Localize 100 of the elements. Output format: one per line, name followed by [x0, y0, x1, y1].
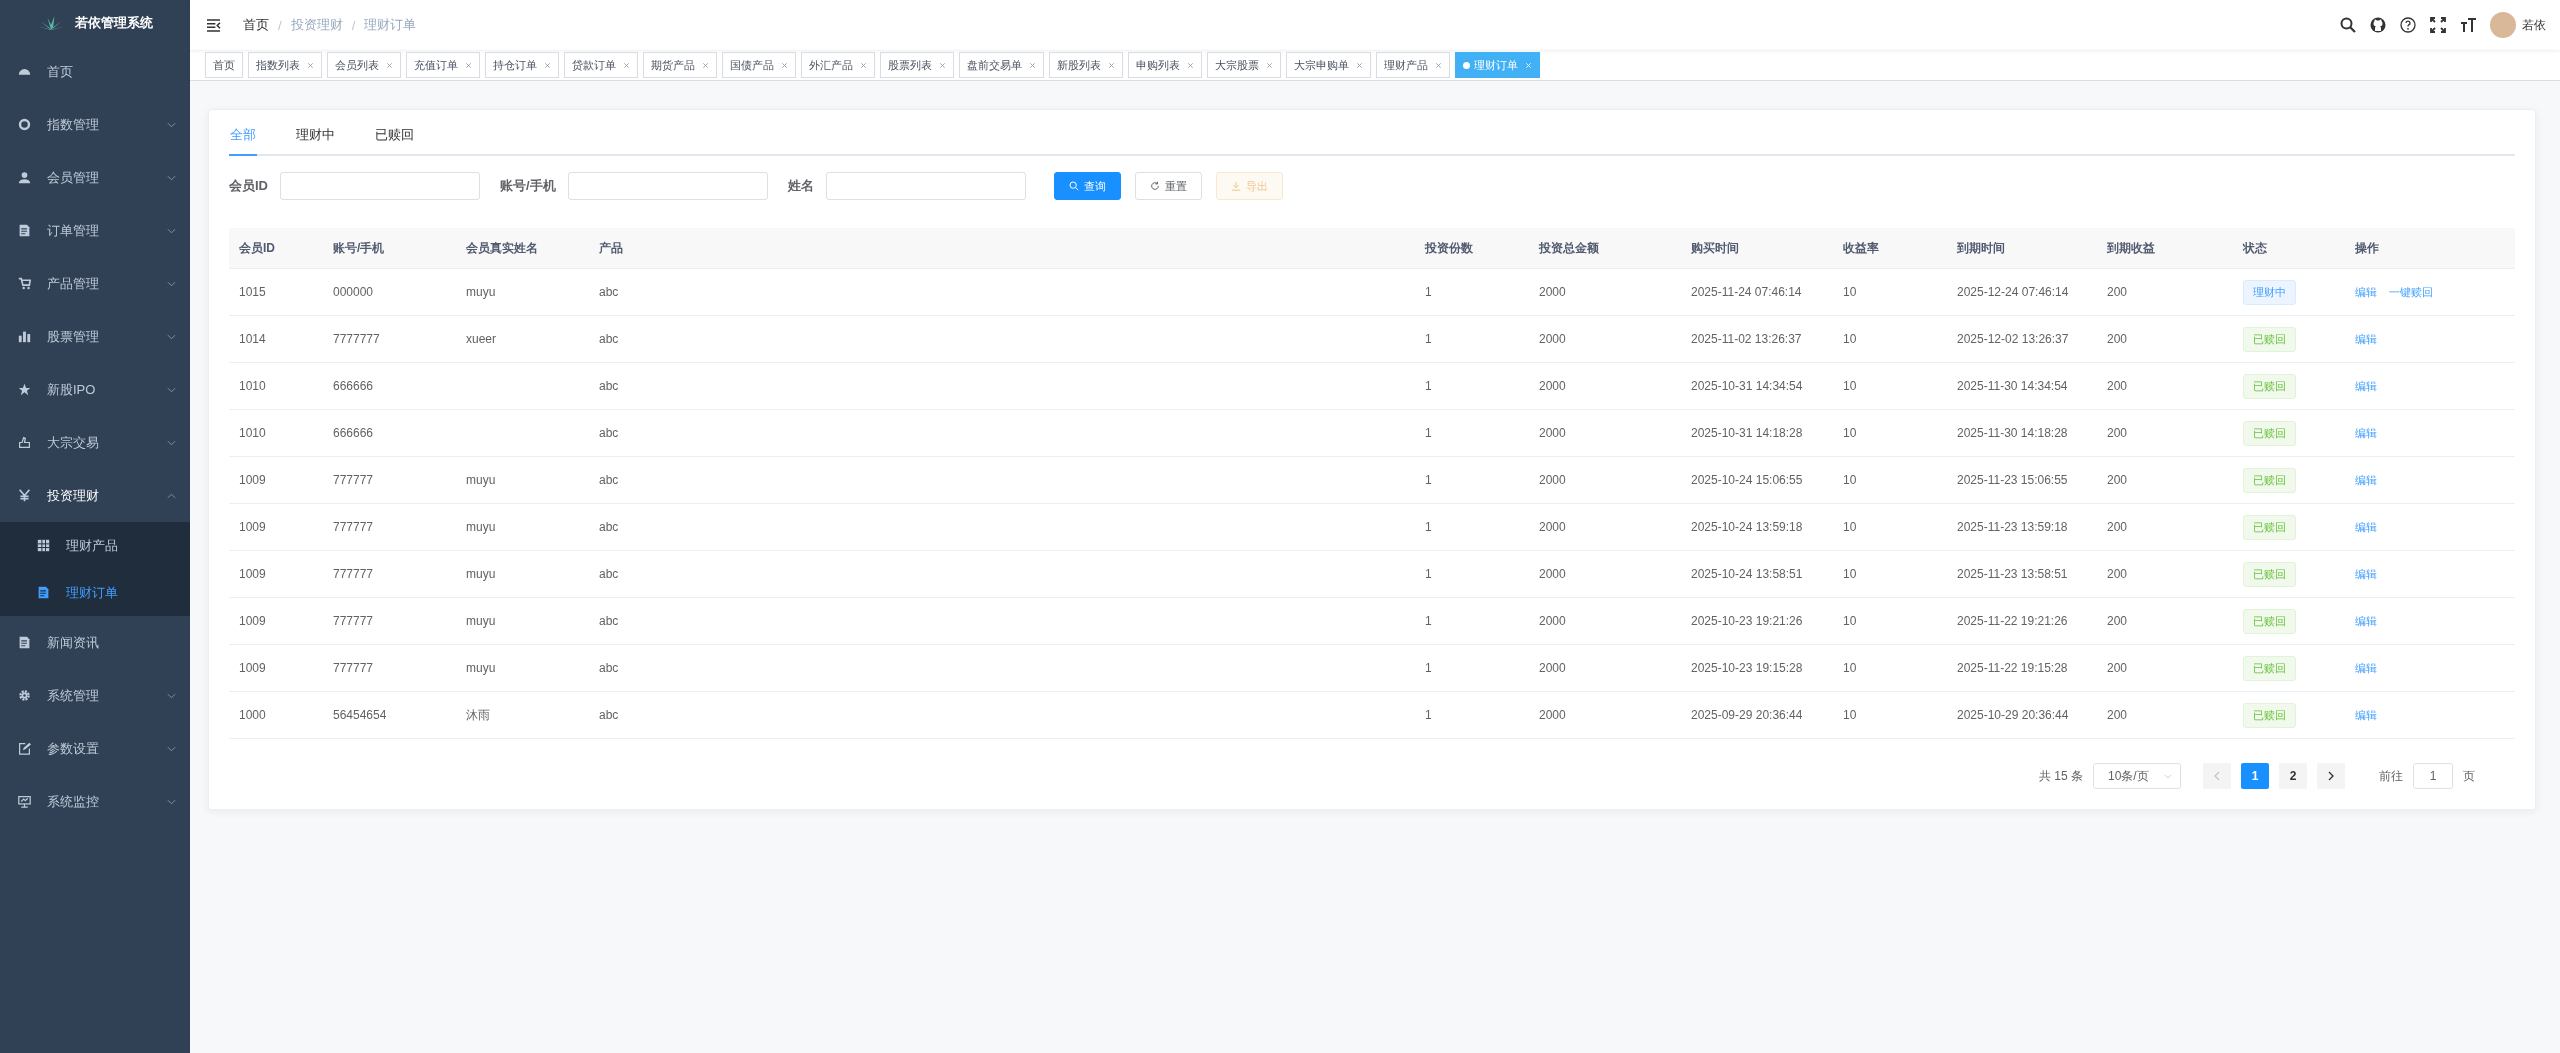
page-tag[interactable]: 持仓订单 — [485, 52, 559, 78]
page-tag[interactable]: 贷款订单 — [564, 52, 638, 78]
sidebar-item[interactable]: 大宗交易 — [0, 416, 190, 469]
page-input[interactable]: 1 — [2413, 763, 2453, 789]
reset-button[interactable]: 重置 — [1134, 172, 1202, 200]
table-cell: 2025-10-23 19:15:28 — [1691, 661, 1803, 675]
sidebar-item[interactable]: 新股IPO — [0, 363, 190, 416]
page-tag[interactable]: 新股列表 — [1049, 52, 1123, 78]
close-icon[interactable] — [623, 61, 630, 69]
table-cell: 1 — [1425, 332, 1432, 346]
chevron-icon — [167, 386, 176, 393]
sidebar-subitem[interactable]: 理财订单 — [0, 569, 190, 616]
refresh-icon — [1149, 181, 1160, 191]
next-page-button[interactable] — [2317, 763, 2345, 789]
sidebar-item[interactable]: 投资理财 — [0, 469, 190, 522]
sidebar-item[interactable]: 指数管理 — [0, 98, 190, 151]
sidebar-item[interactable]: 参数设置 — [0, 722, 190, 775]
table-cell: muyu — [466, 614, 496, 628]
input-field[interactable] — [825, 172, 1026, 200]
breadcrumb-separator: / — [278, 17, 282, 33]
table-cell: 777777 — [333, 614, 374, 628]
sidebar-item[interactable]: 产品管理 — [0, 257, 190, 310]
table-cell: 1014 — [239, 332, 266, 346]
sidebar-item[interactable]: 订单管理 — [0, 204, 190, 257]
page-tag[interactable]: 盘前交易单 — [959, 52, 1044, 78]
close-icon[interactable] — [386, 61, 393, 69]
close-icon[interactable] — [465, 61, 472, 69]
sidebar-subitem[interactable]: 理财产品 — [0, 522, 190, 569]
input-field[interactable] — [567, 172, 768, 200]
table-cell: 1 — [1425, 520, 1432, 534]
close-icon[interactable] — [1187, 61, 1194, 69]
table-cell: 1 — [1425, 285, 1432, 299]
fullscreen-icon[interactable] — [2430, 17, 2446, 33]
ring-icon — [18, 118, 31, 131]
filter-tab[interactable]: 理财中 — [295, 116, 336, 154]
table-cell: 10 — [1843, 285, 1857, 299]
user-name[interactable]: 若依 — [2522, 16, 2546, 34]
yen-icon — [18, 489, 31, 502]
help-icon[interactable] — [2400, 17, 2416, 33]
page-tag[interactable]: 指数列表 — [248, 52, 322, 78]
table-cell: 1 — [1425, 473, 1432, 487]
status-tag: 已赎回 — [2243, 561, 2296, 587]
breadcrumb-item: 投资理财 — [290, 16, 343, 34]
close-icon[interactable] — [1029, 61, 1036, 69]
app-title: 若依管理系统 — [75, 13, 153, 32]
page-tag[interactable]: 国债产品 — [722, 52, 796, 78]
page-number[interactable]: 2 — [2279, 763, 2307, 789]
close-icon[interactable] — [1435, 61, 1442, 69]
close-icon[interactable] — [860, 61, 867, 69]
table-cell: 10 — [1843, 661, 1857, 675]
table-cell: 200 — [2107, 708, 2128, 722]
status-tag: 已赎回 — [2243, 326, 2296, 352]
page-tag[interactable]: 会员列表 — [327, 52, 401, 78]
close-icon[interactable] — [1266, 61, 1273, 69]
sidebar-item[interactable]: 系统监控 — [0, 775, 190, 828]
close-icon[interactable] — [544, 61, 551, 69]
page-tag[interactable]: 大宗股票 — [1207, 52, 1281, 78]
close-icon[interactable] — [939, 61, 946, 69]
table-cell: 1009 — [239, 473, 266, 487]
filter-tab[interactable]: 已赎回 — [374, 116, 415, 154]
sidebar-item[interactable]: 会员管理 — [0, 151, 190, 204]
document-icon — [18, 224, 31, 237]
table-cell: 2000 — [1539, 520, 1566, 534]
table-cell: 200 — [2107, 332, 2128, 346]
page-tag[interactable]: 首页 — [205, 52, 243, 78]
table-cell: 10 — [1843, 708, 1857, 722]
search-icon[interactable] — [2340, 17, 2356, 33]
menu-icon[interactable] — [206, 18, 221, 32]
sidebar-item[interactable]: 首页 — [0, 45, 190, 98]
table-cell: abc — [599, 708, 619, 722]
sidebar-item[interactable]: 股票管理 — [0, 310, 190, 363]
settings-icon — [18, 689, 31, 702]
page-tag[interactable]: 外汇产品 — [801, 52, 875, 78]
page-tag[interactable]: 期货产品 — [643, 52, 717, 78]
chevron-icon — [167, 798, 176, 805]
page-size-select[interactable]: 10条/页 — [2093, 763, 2181, 789]
avatar[interactable] — [2490, 12, 2516, 38]
close-icon[interactable] — [1356, 61, 1363, 69]
close-icon[interactable] — [307, 61, 314, 69]
chevron-icon — [167, 121, 176, 128]
font-size-icon[interactable] — [2460, 17, 2476, 33]
close-icon[interactable] — [781, 61, 788, 69]
close-icon[interactable] — [702, 61, 709, 69]
close-icon[interactable] — [1108, 61, 1115, 69]
input-field[interactable] — [280, 172, 480, 200]
chevron-icon — [167, 492, 176, 499]
page-tag[interactable]: 股票列表 — [880, 52, 954, 78]
table-cell: 10 — [1843, 520, 1857, 534]
page-tag[interactable]: 申购列表 — [1128, 52, 1202, 78]
page-tag[interactable]: 大宗申购单 — [1286, 52, 1371, 78]
table-cell: abc — [599, 614, 619, 628]
page-tag[interactable]: 充值订单 — [406, 52, 480, 78]
page-tag[interactable]: 理财产品 — [1376, 52, 1450, 78]
sidebar-item[interactable]: 新闻资讯 — [0, 616, 190, 669]
table-cell: muyu — [466, 567, 496, 581]
breadcrumb-item[interactable]: 首页 — [243, 16, 269, 34]
sidebar-item[interactable]: 系统管理 — [0, 669, 190, 722]
chevron-right-icon — [2328, 771, 2334, 781]
github-icon[interactable] — [2370, 17, 2386, 33]
bar-chart-icon — [18, 330, 31, 343]
